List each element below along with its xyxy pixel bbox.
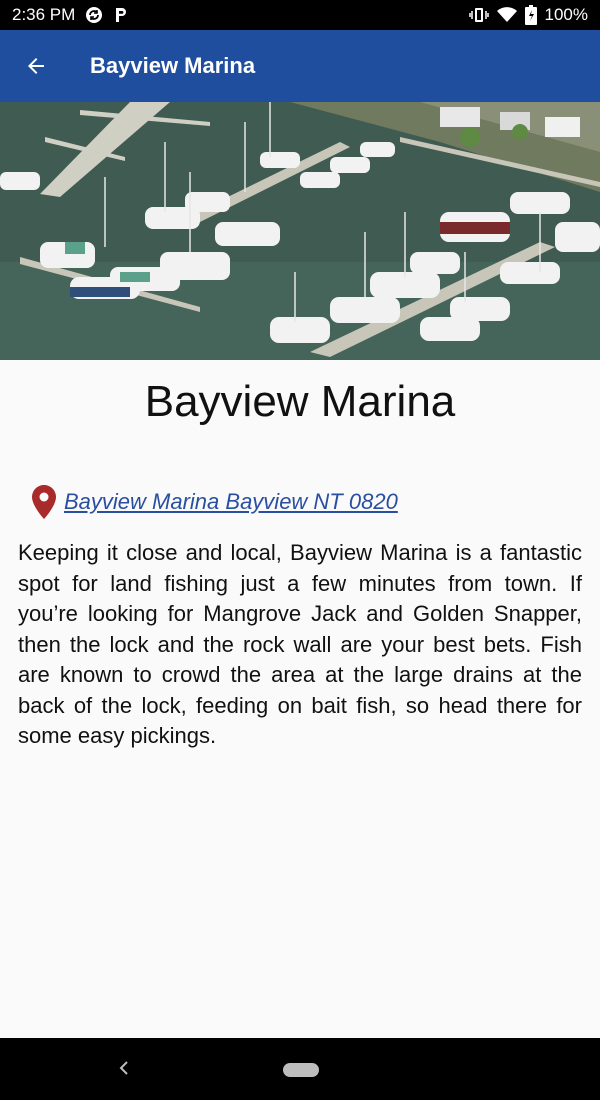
back-button[interactable]: [0, 30, 72, 102]
sync-icon: [85, 6, 103, 24]
status-time: 2:36 PM: [12, 5, 76, 24]
place-title: Bayview Marina: [144, 377, 456, 426]
map-pin-icon: [32, 485, 56, 519]
app-bar-title: Bayview Marina: [90, 53, 256, 78]
nav-home-pill[interactable]: [283, 1063, 319, 1077]
wifi-icon: [496, 7, 517, 23]
place-description: Keeping it close and local, Bayview Mari…: [18, 540, 582, 748]
app-bar: Bayview Marina: [0, 30, 600, 102]
parking-icon: [113, 6, 129, 24]
system-nav-bar: [0, 1038, 600, 1100]
place-detail: Bayview Marina Bayview Marina Bayview NT…: [0, 102, 600, 1038]
battery-percentage: 100%: [544, 5, 588, 24]
vibrate-icon: [468, 6, 489, 24]
status-bar: 2:36 PM 100%: [0, 0, 600, 30]
address-row[interactable]: Bayview Marina Bayview NT 0820: [32, 482, 600, 522]
arrow-left-icon: [28, 58, 44, 74]
battery-icon: [524, 5, 537, 25]
nav-back-icon[interactable]: [112, 1056, 136, 1080]
marina-hero-image: [0, 102, 600, 360]
address-link[interactable]: Bayview Marina Bayview NT 0820: [64, 489, 398, 515]
